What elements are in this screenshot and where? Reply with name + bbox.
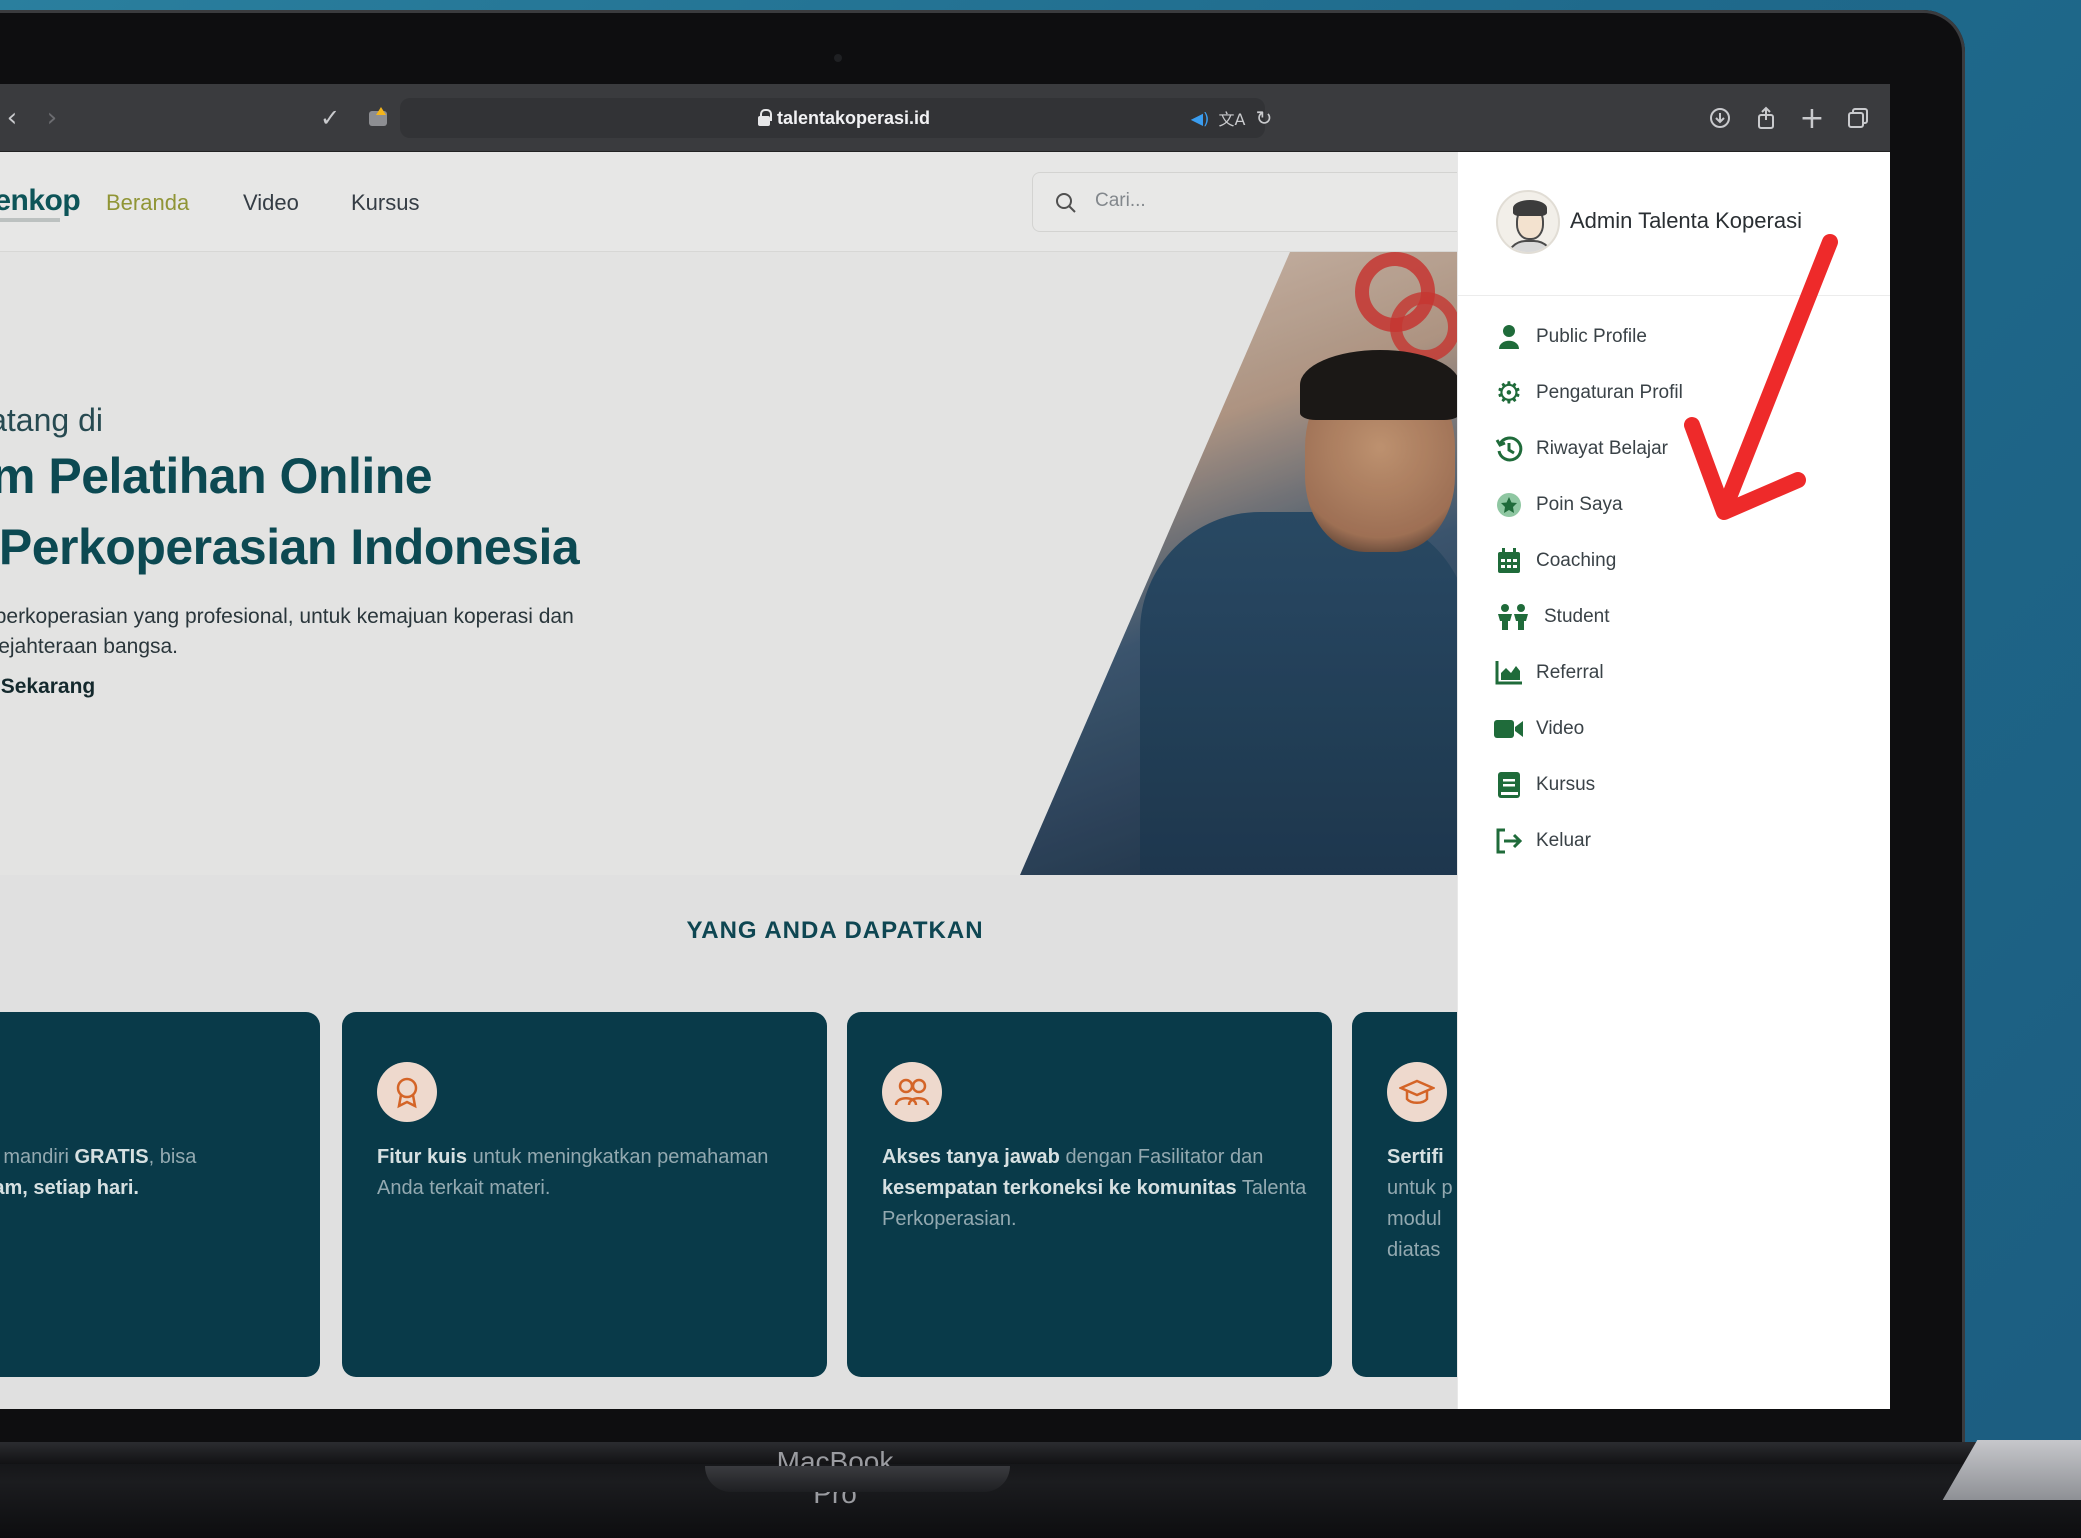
hero-description: enta perkoperasian yang profesional, unt… [0, 602, 728, 662]
benefit-card: Fitur kuis untuk meningkatkan pemahaman … [342, 1012, 827, 1377]
website: emenkop Beranda Video Kursus Cari... [0, 152, 1837, 1409]
menu-item-label: Kursus [1536, 774, 1596, 795]
share-icon[interactable] [1748, 100, 1784, 136]
logo-tagline [0, 218, 60, 222]
camera [834, 54, 842, 62]
back-icon[interactable]: ‹ [0, 100, 30, 136]
laptop-lid: ‹ › ✓ talentakoperasi.id ◀) 文A ↻ + enkop… [0, 10, 1965, 1470]
hero-title-line2: ta Perkoperasian Indonesia [0, 519, 580, 575]
logout-icon [1494, 826, 1524, 856]
laptop-base: MacBook Pro [0, 1442, 2081, 1538]
user-icon [1494, 322, 1524, 352]
section-title: YANG ANDA DAPATKAN [686, 917, 984, 944]
menu-item-label: Poin Saya [1536, 494, 1623, 515]
menu-item-label: Coaching [1536, 550, 1617, 571]
gear-icon: ⚙ [1495, 375, 1523, 411]
menu-item-public-profile[interactable]: Public Profile [1494, 317, 1647, 357]
tabs-overview-icon[interactable] [1840, 100, 1876, 136]
checkmark-icon[interactable]: ✓ [312, 100, 348, 136]
hero-section: Datang di orm Pelatihan Online ta Perkop… [0, 252, 1457, 875]
menu-item-label: Riwayat Belajar [1536, 438, 1668, 459]
menu-item-label: Keluar [1536, 830, 1591, 851]
cta-button[interactable]: elajar Sekarang [0, 675, 95, 699]
menu-item-label: Video [1536, 718, 1585, 739]
user-name: Admin Talenta Koperasi [1570, 208, 1802, 233]
book-icon [1494, 770, 1524, 800]
search-icon [1056, 193, 1076, 213]
menu-item-student[interactable]: Student [1494, 597, 1610, 637]
menu-item-kursus[interactable]: Kursus [1494, 765, 1595, 805]
menu-item-riwayat-belajar[interactable]: Riwayat Belajar [1494, 429, 1668, 469]
audio-icon[interactable]: ◀) [1182, 100, 1218, 136]
browser-toolbar: ‹ › ✓ talentakoperasi.id ◀) 文A ↻ + [0, 84, 1890, 152]
benefit-card: lajar mandiri GRATIS, bisa 24 jam, setia… [0, 1012, 320, 1377]
lock-icon [758, 109, 772, 127]
history-icon [1494, 434, 1524, 464]
star-badge-icon [1494, 490, 1524, 520]
benefit-text: Fitur kuis untuk meningkatkan pemahaman … [377, 1146, 769, 1199]
hero-person [1140, 512, 1457, 875]
hero-description-line1: enta perkoperasian yang profesional, unt… [0, 605, 574, 628]
site-logo[interactable]: emenkop [0, 184, 81, 218]
translate-icon[interactable]: 文A [1214, 100, 1250, 136]
hero-title-line1: orm Pelatihan Online [0, 448, 433, 504]
users-icon [882, 1062, 942, 1122]
menu-item-label: Public Profile [1536, 326, 1647, 347]
nav-beranda[interactable]: Beranda [106, 190, 189, 216]
site-navbar: emenkop Beranda Video Kursus Cari... [0, 152, 1472, 252]
reload-icon[interactable]: ↻ [1246, 100, 1282, 136]
screen: ‹ › ✓ talentakoperasi.id ◀) 文A ↻ + enkop… [0, 84, 1890, 1409]
laptop-hinge [0, 1442, 2081, 1464]
stage: ‹ › ✓ talentakoperasi.id ◀) 文A ↻ + enkop… [0, 0, 2081, 1538]
benefit-text: Akses tanya jawab dengan Fasilitator dan… [882, 1146, 1307, 1230]
extension-icon[interactable] [360, 100, 396, 136]
menu-item-label: Pengaturan Profil [1536, 382, 1683, 403]
laptop-notch [705, 1466, 1010, 1492]
hero-greeting: Datang di [0, 402, 103, 438]
hero-person-hair [1300, 350, 1457, 420]
menu-item-label: Student [1544, 606, 1610, 627]
benefit-card: Akses tanya jawab dengan Fasilitator dan… [847, 1012, 1332, 1377]
menu-item-poin-saya[interactable]: Poin Saya [1494, 485, 1623, 525]
menu-item-keluar[interactable]: Keluar [1494, 821, 1591, 861]
address-bar[interactable]: talentakoperasi.id ◀) 文A ↻ [400, 98, 1272, 138]
award-icon [377, 1062, 437, 1122]
download-icon[interactable] [1702, 100, 1738, 136]
menu-item-pengaturan-profil[interactable]: ⚙ Pengaturan Profil [1494, 373, 1683, 413]
search-input[interactable]: Cari... [1032, 172, 1472, 232]
avatar[interactable] [1496, 190, 1560, 254]
menu-item-referral[interactable]: Referral [1494, 653, 1604, 693]
url-text: talentakoperasi.id [777, 108, 931, 128]
user-menu-panel: Admin Talenta Koperasi Public Profile ⚙ … [1457, 152, 1890, 1409]
menu-item-coaching[interactable]: Coaching [1494, 541, 1616, 581]
menu-item-label: Referral [1536, 662, 1604, 683]
search-placeholder: Cari... [1095, 190, 1146, 211]
new-tab-icon[interactable]: + [1794, 100, 1830, 136]
user-menu-header: Admin Talenta Koperasi [1458, 152, 1890, 296]
benefit-text: lajar mandiri GRATIS, bisa 24 jam, setia… [0, 1146, 197, 1199]
forward-icon[interactable]: › [34, 100, 70, 136]
video-camera-icon [1494, 714, 1524, 744]
calendar-icon [1494, 546, 1524, 576]
benefits-section: YANG ANDA DAPATKAN lajar mandiri GRATIS,… [0, 875, 1837, 1409]
menu-item-video[interactable]: Video [1494, 709, 1584, 749]
area-chart-icon [1494, 658, 1524, 688]
hero-description-line2: n kesejahteraan bangsa. [0, 635, 179, 658]
nav-video[interactable]: Video [243, 190, 299, 216]
graduation-cap-icon [1387, 1062, 1447, 1122]
students-icon [1494, 602, 1532, 632]
nav-kursus[interactable]: Kursus [351, 190, 419, 216]
